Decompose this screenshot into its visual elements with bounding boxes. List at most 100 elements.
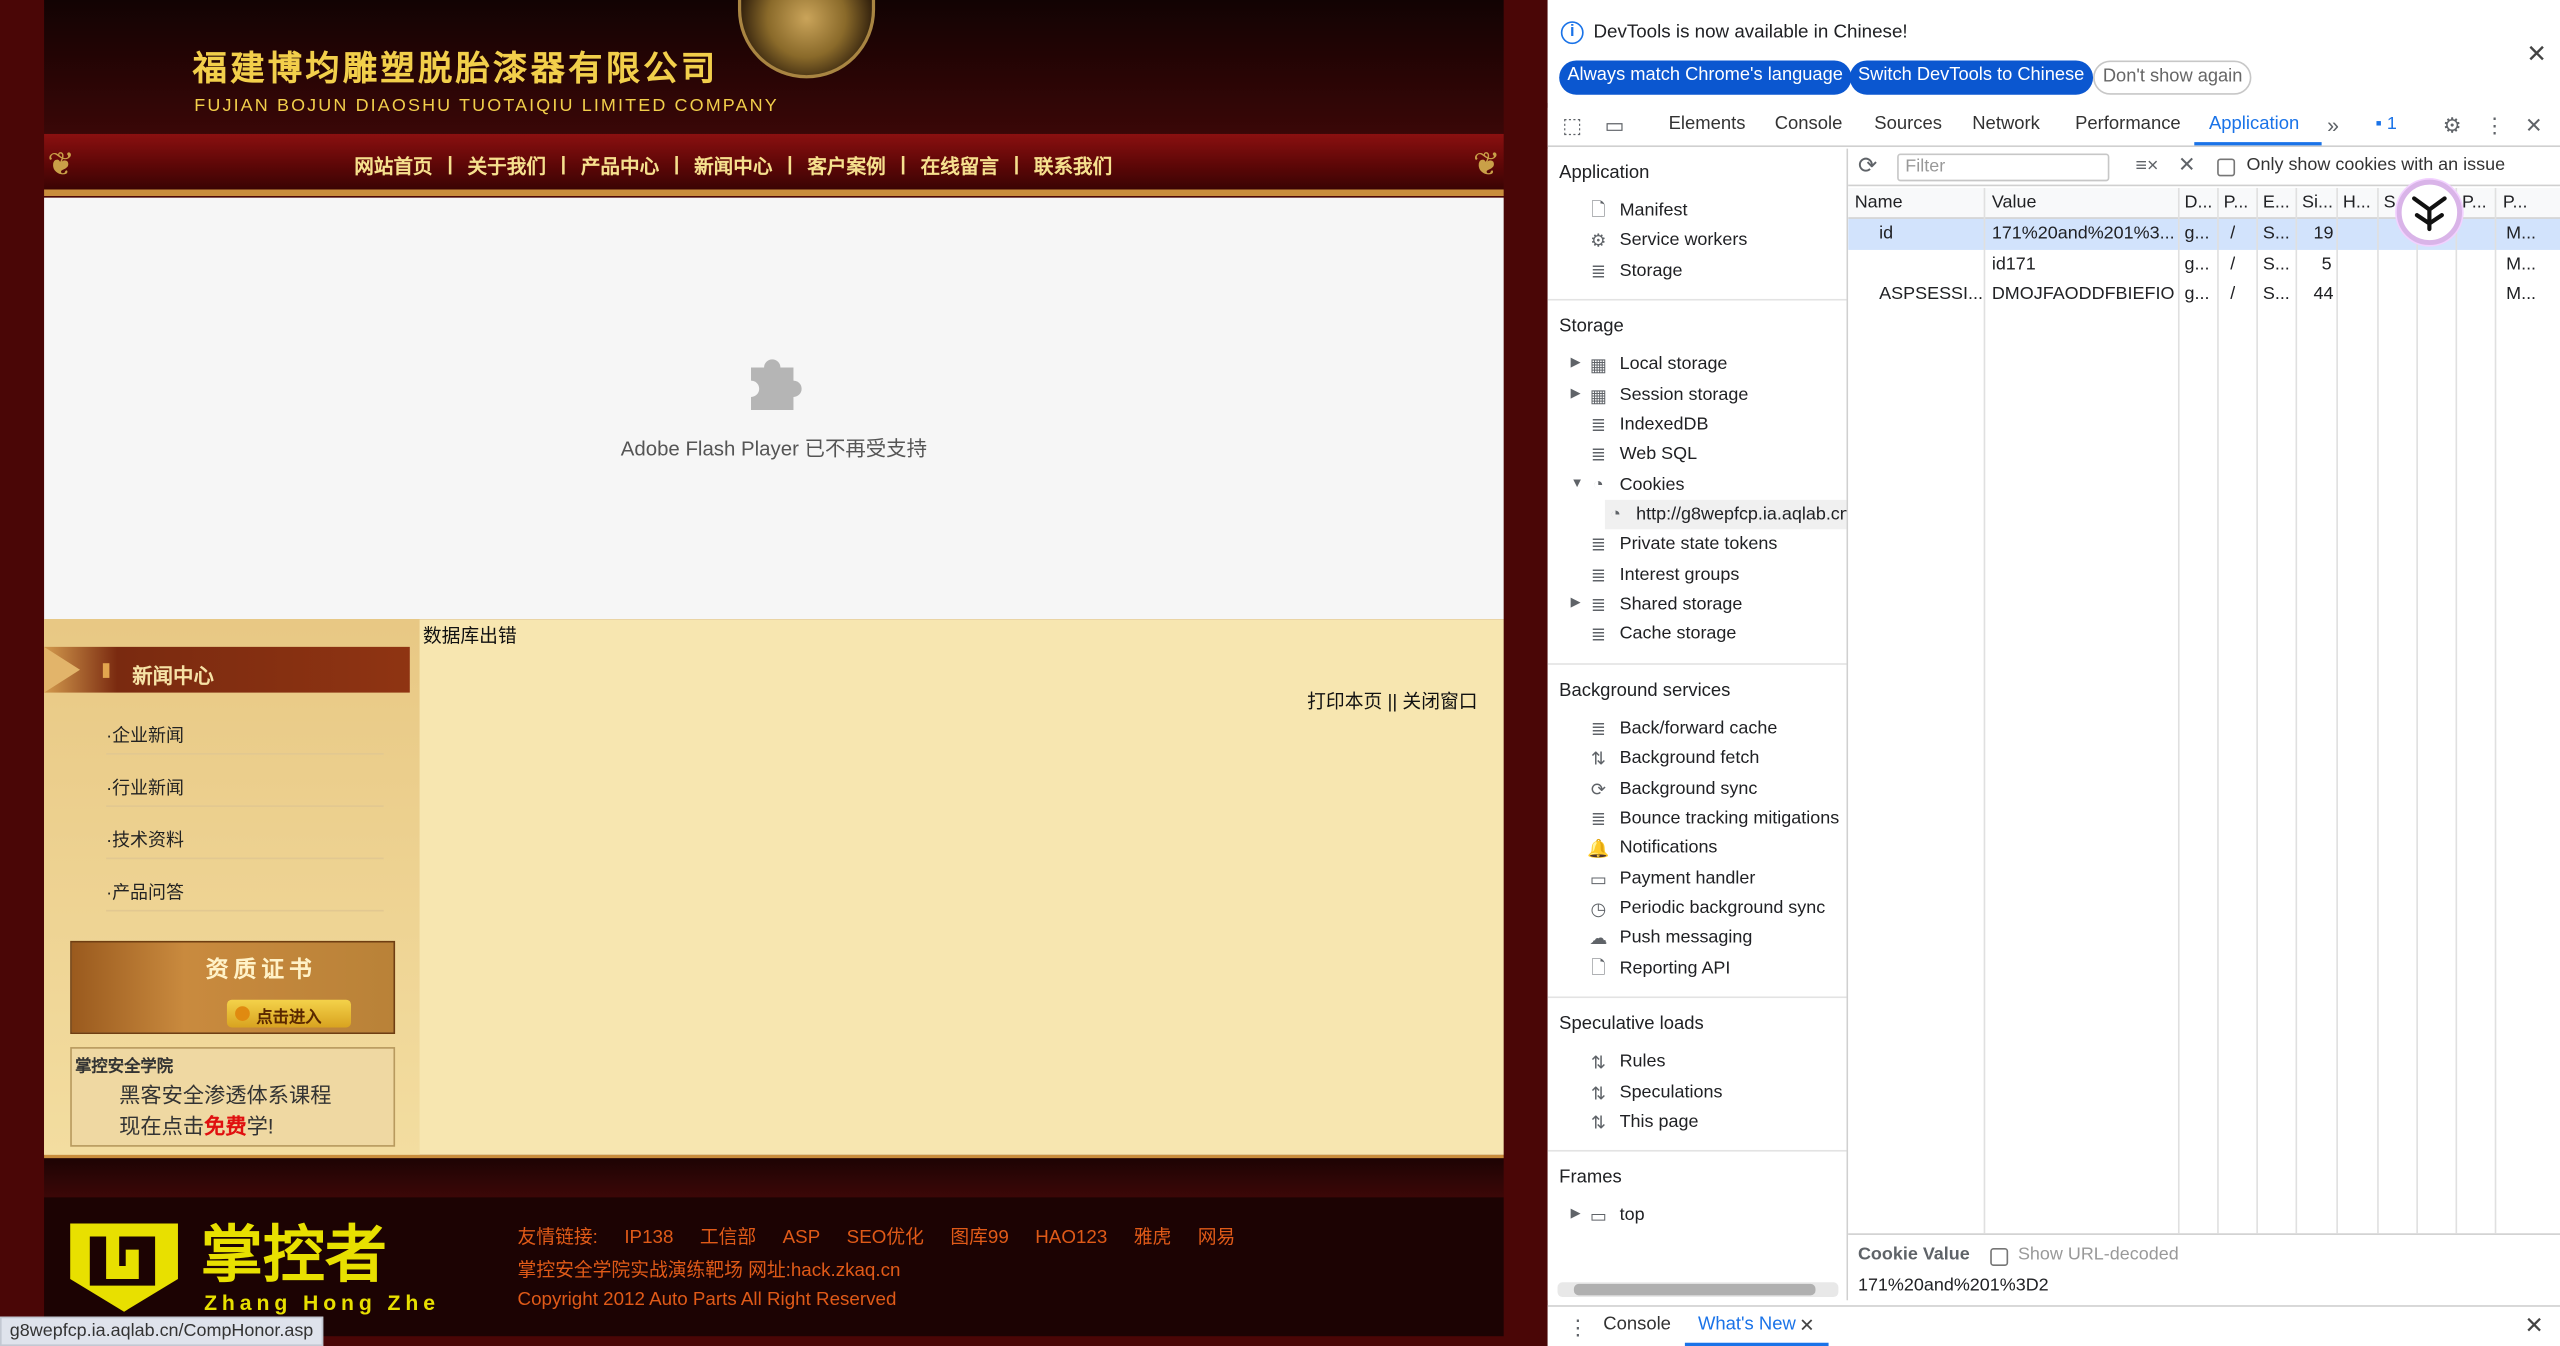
issues-badge[interactable]: ▪ 1 <box>2376 114 2397 134</box>
sidebar-item-cookie-origin[interactable]: ◔ http://g8wepfcp.ia.aqlab.cn <box>1604 499 1847 530</box>
kebab-menu-icon[interactable]: ⋮ <box>2483 114 2506 137</box>
cookies-pane: ⟳ Filter ≡× ✕ Only show cookies with an … <box>1848 148 2560 1301</box>
only-issues-checkbox[interactable] <box>2217 158 2236 177</box>
show-url-decoded-checkbox[interactable] <box>1990 1247 2009 1266</box>
cookie-size: 44 <box>2313 284 2334 304</box>
sidebar-item-back-forward-cache[interactable]: ≣ Back/forward cache <box>1587 714 1777 743</box>
nav-message-link[interactable]: 在线留言 <box>921 152 999 180</box>
column-header[interactable]: Value <box>1992 193 2037 213</box>
friend-link[interactable]: 雅虎 <box>1134 1228 1172 1248</box>
settings-gear-icon[interactable]: ⚙ <box>2441 114 2464 137</box>
tab-elements[interactable]: Elements <box>1669 114 1746 134</box>
column-header[interactable]: P... <box>2462 193 2487 213</box>
column-header[interactable]: D... <box>2184 193 2212 213</box>
company-name-en: FUJIAN BOJUN DIAOSHU TUOTAIQIU LIMITED C… <box>194 96 779 116</box>
certificate-title: 资质证书 <box>205 955 317 982</box>
friend-link[interactable]: 图库99 <box>950 1228 1008 1248</box>
friend-link[interactable]: 网易 <box>1198 1228 1236 1248</box>
sidebar-item-background-fetch[interactable]: ⇅ Background fetch <box>1587 743 1760 772</box>
floating-assistant-icon[interactable] <box>2396 179 2463 246</box>
more-tabs-icon[interactable]: » <box>2322 114 2345 137</box>
switch-to-chinese-button[interactable]: Switch DevTools to Chinese <box>1849 60 2093 95</box>
sidebar-item-cache-storage[interactable]: ≣ Cache storage <box>1587 619 1737 648</box>
always-match-language-button[interactable]: Always match Chrome's language <box>1559 60 1852 95</box>
friend-link[interactable]: IP138 <box>624 1228 673 1248</box>
cookie-domain: g... <box>2184 223 2210 244</box>
friend-link[interactable]: 工信部 <box>700 1228 756 1248</box>
drawer-tab-whats-new[interactable]: What's New <box>1698 1315 1796 1335</box>
sidebar-item-tech-docs[interactable]: ·技术资料 <box>106 812 384 860</box>
sidebar-item-frame-top[interactable]: ▶ ▭ top <box>1571 1201 1645 1230</box>
tab-network[interactable]: Network <box>1972 114 2040 134</box>
friend-link[interactable]: SEO优化 <box>847 1228 924 1248</box>
nav-about-link[interactable]: 关于我们 <box>468 152 546 180</box>
column-header[interactable]: Si... <box>2302 193 2333 213</box>
banner-close-icon[interactable]: ✕ <box>2526 39 2547 69</box>
security-academy-ad[interactable]: 掌控安全学院 黑客安全渗透体系课程 现在点击免费学! <box>70 1047 396 1147</box>
friend-link[interactable]: ASP <box>783 1228 821 1248</box>
sidebar-item-cookies[interactable]: ▼ ◔ Cookies <box>1571 470 1685 499</box>
dont-show-again-button[interactable]: Don't show again <box>2093 60 2253 95</box>
sidebar-item-payment-handler[interactable]: ▭ Payment handler <box>1587 864 1756 893</box>
refresh-icon[interactable]: ⟳ <box>1858 152 1877 180</box>
device-toolbar-icon[interactable]: ▭ <box>1603 114 1626 137</box>
close-devtools-icon[interactable]: ✕ <box>2522 114 2545 137</box>
column-header[interactable]: P... <box>2503 193 2528 213</box>
sidebar-item-reporting-api[interactable]: 🗋 Reporting API <box>1587 954 1730 983</box>
sidebar-item-push-messaging[interactable]: ☁ Push messaging <box>1587 923 1752 952</box>
nav-news-link[interactable]: 新闻中心 <box>694 152 772 180</box>
sidebar-item-indexeddb[interactable]: ≣ IndexedDB <box>1587 410 1709 439</box>
sidebar-item-speculations[interactable]: ⇅ Speculations <box>1587 1078 1723 1107</box>
sidebar-item-industry-news[interactable]: ·行业新闻 <box>106 760 384 807</box>
sidebar-item-background-sync[interactable]: ⟳ Background sync <box>1587 774 1758 803</box>
sidebar-item-product-faq[interactable]: ·产品问答 <box>106 864 384 912</box>
friend-link[interactable]: HAO123 <box>1035 1228 1107 1248</box>
cookie-filter-input[interactable]: Filter <box>1897 153 2110 182</box>
delete-selected-icon[interactable]: ✕ <box>2178 152 2196 178</box>
column-header[interactable]: H... <box>2343 193 2371 213</box>
sidebar-item-notifications[interactable]: 🔔 Notifications <box>1587 833 1717 862</box>
close-whats-new-icon[interactable]: ✕ <box>1799 1315 1814 1337</box>
sidebar-item-bounce-tracking[interactable]: ≣ Bounce tracking mitigations <box>1587 804 1839 833</box>
cookie-icon: ◔ <box>1592 475 1604 495</box>
show-url-decoded-label: Show URL-decoded <box>2017 1244 2179 1265</box>
sidebar-horizontal-scrollbar[interactable] <box>1557 1282 1839 1297</box>
sidebar-item-local-storage[interactable]: ▶ ▦ Local storage <box>1571 350 1728 379</box>
sidebar-item-web-sql[interactable]: ≣ Web SQL <box>1587 439 1697 468</box>
nav-products-link[interactable]: 产品中心 <box>581 152 659 180</box>
sidebar-item-company-news[interactable]: ·企业新闻 <box>106 707 384 755</box>
drawer-menu-icon[interactable]: ⋮ <box>1567 1315 1588 1341</box>
tab-console[interactable]: Console <box>1775 114 1843 134</box>
nav-contact-link[interactable]: 联系我们 <box>1034 152 1112 180</box>
tab-sources[interactable]: Sources <box>1874 114 1942 134</box>
sidebar-item-storage[interactable]: ≣ Storage <box>1587 256 1683 285</box>
sidebar-item-shared-storage[interactable]: ▶ ≣ Shared storage <box>1571 590 1743 619</box>
sidebar-item-periodic-background-sync[interactable]: ◷ Periodic background sync <box>1587 894 1826 923</box>
print-close-links[interactable]: 打印本页 || 关闭窗口 <box>1307 688 1477 714</box>
inspect-element-icon[interactable]: ⬚ <box>1561 114 1584 137</box>
sidebar-item-rules[interactable]: ⇅ Rules <box>1587 1047 1666 1076</box>
sidebar-item-session-storage[interactable]: ▶ ▦ Session storage <box>1571 381 1749 410</box>
tab-application[interactable]: Application <box>2209 114 2299 134</box>
nav-home-link[interactable]: 网站首页 <box>354 152 432 180</box>
certificate-banner[interactable]: 资质证书 点击进入 <box>70 940 396 1035</box>
sidebar-item-private-state-tokens[interactable]: ≣ Private state tokens <box>1587 529 1777 558</box>
banner-message: DevTools is now available in Chinese! <box>1593 22 1908 43</box>
certificate-enter-button[interactable]: 点击进入 <box>226 999 352 1028</box>
sidebar-item-service-workers[interactable]: ⚙ Service workers <box>1587 225 1747 254</box>
sidebar-item-manifest[interactable]: 🗋 Manifest <box>1587 196 1687 225</box>
nav-separator: | <box>900 151 906 175</box>
close-drawer-icon[interactable]: ✕ <box>2525 1312 2544 1340</box>
clear-all-icon[interactable]: ≡× <box>2136 154 2159 177</box>
sidebar-item-interest-groups[interactable]: ≣ Interest groups <box>1587 560 1740 589</box>
tab-performance[interactable]: Performance <box>2075 114 2181 134</box>
sidebar-item-this-page[interactable]: ⇅ This page <box>1587 1108 1699 1137</box>
column-header[interactable]: Name <box>1855 193 1903 213</box>
nav-cases-link[interactable]: 客户案例 <box>807 152 885 180</box>
column-header[interactable]: S <box>2384 193 2396 213</box>
column-header[interactable]: P... <box>2224 193 2249 213</box>
drawer-tab-console[interactable]: Console <box>1603 1315 1671 1335</box>
nav-separator: | <box>560 151 567 175</box>
column-header[interactable]: E... <box>2263 193 2290 213</box>
cookie-value-text[interactable]: 171%20and%201%3D2 <box>1858 1276 2049 1296</box>
